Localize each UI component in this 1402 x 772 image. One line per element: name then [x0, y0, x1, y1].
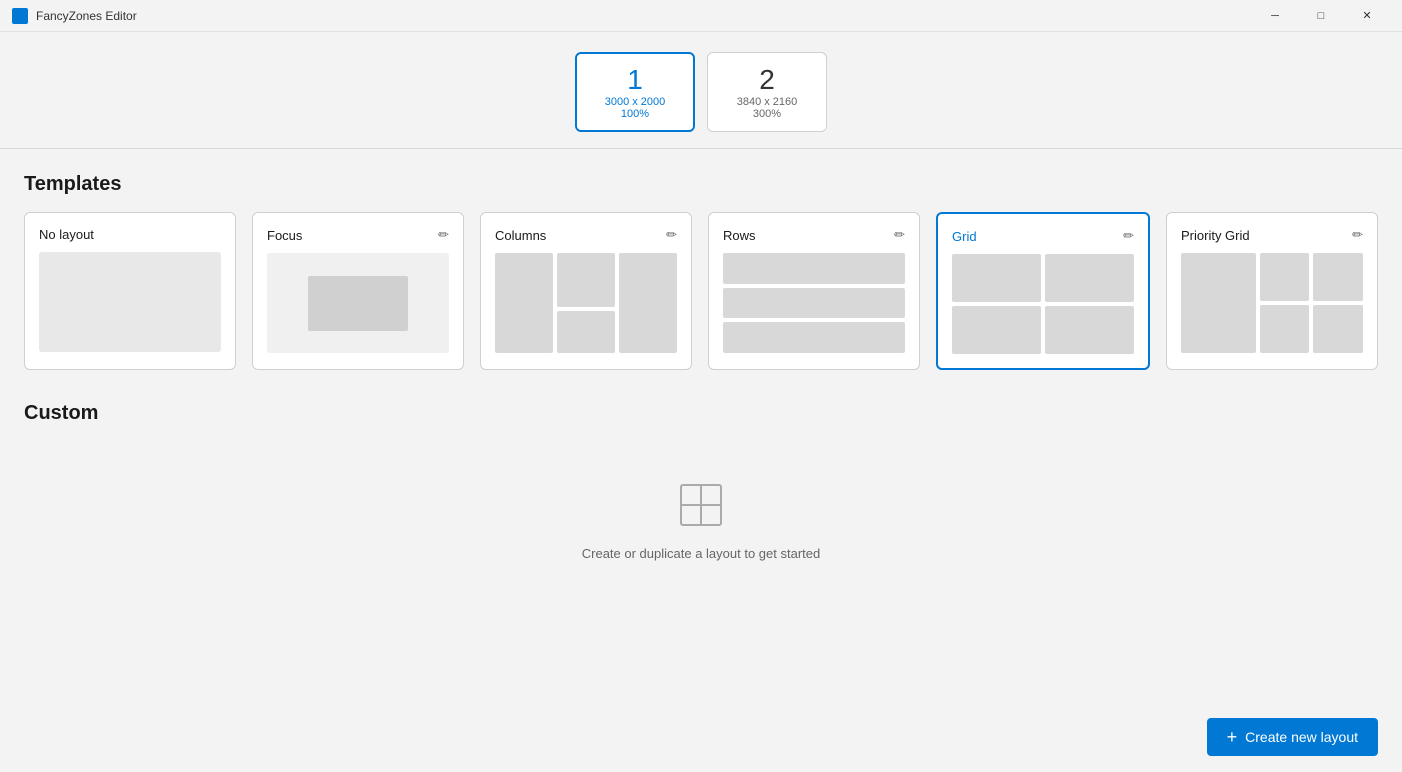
preview-columns	[495, 253, 677, 353]
card-header-no-layout: No layout	[39, 227, 221, 242]
monitor-scale-2: 300%	[753, 108, 781, 120]
monitor-number-2: 2	[759, 64, 775, 96]
col-zone-3	[619, 253, 677, 353]
card-name-columns: Columns	[495, 228, 546, 243]
template-card-rows[interactable]: Rows ✏	[708, 212, 920, 370]
plus-icon: +	[1227, 728, 1238, 746]
preview-empty-zone	[39, 252, 221, 352]
edit-icon-grid[interactable]: ✏	[1123, 228, 1134, 244]
monitor-number-1: 1	[627, 64, 643, 96]
minimize-button[interactable]: ─	[1252, 0, 1298, 32]
app-icon	[12, 8, 28, 24]
card-header-rows: Rows ✏	[723, 227, 905, 243]
card-name-priority-grid: Priority Grid	[1181, 228, 1250, 243]
preview-grid	[952, 254, 1134, 354]
preview-no-layout	[39, 252, 221, 352]
card-header-focus: Focus ✏	[267, 227, 449, 243]
row-zone-2	[723, 288, 905, 319]
priority-cell-1	[1260, 253, 1310, 301]
templates-row: No layout Focus ✏ Columns ✏	[24, 212, 1378, 370]
maximize-button[interactable]: □	[1298, 0, 1344, 32]
close-button[interactable]: ✕	[1344, 0, 1390, 32]
create-button-label: Create new layout	[1245, 729, 1358, 745]
template-card-priority-grid[interactable]: Priority Grid ✏	[1166, 212, 1378, 370]
card-header-priority-grid: Priority Grid ✏	[1181, 227, 1363, 243]
template-card-columns[interactable]: Columns ✏	[480, 212, 692, 370]
priority-main-zone	[1181, 253, 1256, 353]
custom-empty-text: Create or duplicate a layout to get star…	[582, 546, 820, 561]
monitor-card-1[interactable]: 1 3000 x 2000 100%	[575, 52, 695, 132]
card-name-focus: Focus	[267, 228, 302, 243]
edit-icon-focus[interactable]: ✏	[438, 227, 449, 243]
focus-main-zone	[308, 276, 408, 331]
templates-section-title: Templates	[24, 173, 1378, 196]
preview-rows	[723, 253, 905, 353]
priority-cell-4	[1313, 305, 1363, 353]
app-title: FancyZones Editor	[36, 9, 137, 23]
col-top-2	[557, 253, 615, 307]
grid-cell-2	[1045, 254, 1134, 302]
monitor-card-2[interactable]: 2 3840 x 2160 300%	[707, 52, 827, 132]
edit-icon-columns[interactable]: ✏	[666, 227, 677, 243]
grid-cell-4	[1045, 306, 1134, 354]
grid-cell-1	[952, 254, 1041, 302]
edit-icon-priority-grid[interactable]: ✏	[1352, 227, 1363, 243]
create-new-layout-button[interactable]: + Create new layout	[1207, 718, 1378, 756]
window-controls: ─ □ ✕	[1252, 0, 1390, 32]
custom-section-title: Custom	[24, 402, 1378, 425]
custom-empty-state: Create or duplicate a layout to get star…	[24, 441, 1378, 581]
col-bot-2	[557, 311, 615, 353]
template-card-focus[interactable]: Focus ✏	[252, 212, 464, 370]
card-name-rows: Rows	[723, 228, 756, 243]
card-header-grid: Grid ✏	[952, 228, 1134, 244]
grid-cell-3	[952, 306, 1041, 354]
col-group-2	[557, 253, 615, 353]
priority-cell-2	[1313, 253, 1363, 301]
template-card-no-layout[interactable]: No layout	[24, 212, 236, 370]
preview-focus	[267, 253, 449, 353]
card-name-no-layout: No layout	[39, 227, 94, 242]
col-zone-1	[495, 253, 553, 353]
edit-icon-rows[interactable]: ✏	[894, 227, 905, 243]
monitor-resolution-2: 3840 x 2160	[737, 96, 798, 108]
card-header-columns: Columns ✏	[495, 227, 677, 243]
main-content: Templates No layout Focus ✏ Columns	[0, 149, 1402, 772]
row-zone-3	[723, 322, 905, 353]
template-card-grid[interactable]: Grid ✏	[936, 212, 1150, 370]
monitor-scale-1: 100%	[621, 108, 649, 120]
card-name-grid: Grid	[952, 229, 977, 244]
titlebar: FancyZones Editor ─ □ ✕	[0, 0, 1402, 32]
row-zone-1	[723, 253, 905, 284]
monitor-resolution-1: 3000 x 2000	[605, 96, 666, 108]
bottom-bar: + Create new layout	[0, 702, 1402, 772]
monitor-selector: 1 3000 x 2000 100% 2 3840 x 2160 300%	[0, 32, 1402, 148]
priority-cell-3	[1260, 305, 1310, 353]
custom-empty-icon	[677, 481, 725, 534]
preview-priority-grid	[1181, 253, 1363, 353]
